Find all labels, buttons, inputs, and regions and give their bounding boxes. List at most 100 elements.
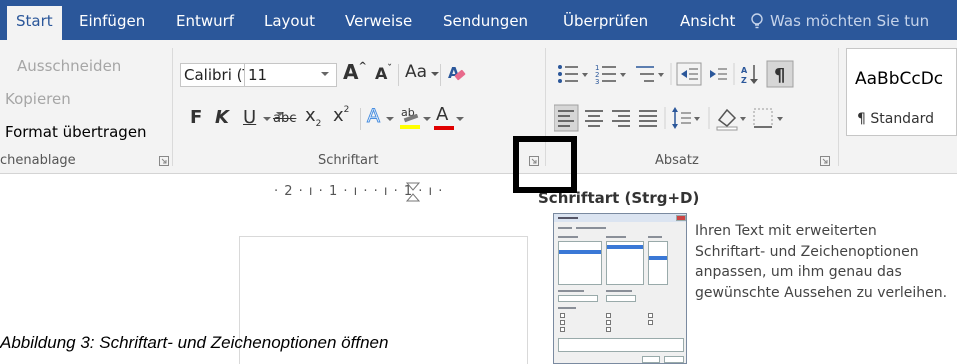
cut-button[interactable]: Ausschneiden bbox=[17, 56, 121, 76]
subscript-digit: 2 bbox=[315, 119, 322, 129]
font-size-dropdown-icon[interactable] bbox=[321, 72, 329, 76]
preview-combo bbox=[606, 295, 636, 302]
paragraph-row1-icons: 123 AZ ¶ bbox=[558, 60, 794, 88]
grow-caret-icon: ^ bbox=[358, 61, 367, 72]
preview-label-line bbox=[558, 290, 584, 292]
font-color-label: A bbox=[436, 104, 449, 125]
copy-label: Kopieren bbox=[5, 90, 71, 108]
underline-label: U bbox=[243, 107, 257, 128]
change-case-button[interactable]: Aa bbox=[405, 60, 427, 84]
copy-button[interactable]: Kopieren bbox=[5, 89, 71, 109]
change-case-label: Aa bbox=[405, 62, 428, 82]
tell-me-text: Was möchten Sie tun bbox=[770, 12, 930, 30]
grow-font-button[interactable]: A^ bbox=[343, 60, 367, 89]
shrink-font-button[interactable]: Aˇ bbox=[375, 62, 392, 89]
tab-ueberpruefen[interactable]: Überprüfen bbox=[563, 9, 648, 33]
horizontal-ruler[interactable]: · 2 · ı · 1 · ı · · ı · 1 · ı · bbox=[274, 182, 518, 202]
tab-entwurf[interactable]: Entwurf bbox=[176, 9, 234, 33]
preview-label-line bbox=[558, 307, 576, 309]
clear-formatting-icon[interactable]: A bbox=[446, 62, 466, 84]
preview-checkbox bbox=[560, 327, 565, 332]
svg-text:¶: ¶ bbox=[774, 65, 785, 86]
text-effects-button[interactable]: A bbox=[367, 104, 381, 128]
font-color-dropdown-icon[interactable] bbox=[456, 117, 464, 121]
underline-button[interactable]: U bbox=[243, 106, 256, 130]
strikethrough-button[interactable]: abc bbox=[273, 107, 296, 131]
tab-sendungen[interactable]: Sendungen bbox=[443, 9, 528, 33]
align-center-icon bbox=[585, 110, 603, 127]
shrink-caret-icon: ˇ bbox=[387, 64, 392, 74]
style-name-label: ¶ Standard bbox=[857, 111, 935, 127]
preview-cancel-button bbox=[664, 356, 684, 363]
superscript-digit: 2 bbox=[343, 105, 350, 115]
pilcrow-icon: ¶ bbox=[766, 60, 794, 88]
tell-me-box[interactable]: Was möchten Sie tun bbox=[751, 9, 930, 33]
ribbon-body: Ausschneiden Kopieren Format übertragen … bbox=[0, 40, 957, 174]
preview-tab-line bbox=[576, 227, 606, 229]
justify-icon bbox=[639, 110, 657, 127]
preview-size-list bbox=[648, 241, 668, 285]
preview-selection bbox=[649, 256, 667, 260]
tooltip-description: Ihren Text mit erweiterten Schriftart- u… bbox=[695, 223, 948, 301]
preview-checkbox bbox=[560, 320, 565, 325]
preview-selection bbox=[607, 245, 643, 249]
preview-label-line bbox=[606, 236, 626, 238]
style-standard-tile[interactable]: AaBbCcDc ¶ Standard bbox=[846, 48, 957, 136]
preview-close-icon bbox=[676, 215, 686, 221]
preview-checkbox bbox=[606, 327, 611, 332]
line-spacing-icon bbox=[672, 107, 700, 129]
highlight-color-bar bbox=[400, 125, 420, 129]
text-effects-label: A bbox=[367, 105, 381, 128]
highlight-button[interactable]: ab bbox=[398, 106, 422, 130]
bullets-icon bbox=[558, 65, 588, 83]
preview-selection bbox=[559, 250, 601, 254]
preview-sample-box bbox=[558, 338, 684, 352]
bold-button[interactable]: F bbox=[190, 106, 202, 130]
bold-label: F bbox=[190, 107, 203, 128]
clipboard-dialog-launcher-icon[interactable] bbox=[159, 156, 169, 166]
clipboard-group-label: chenablage bbox=[0, 153, 76, 168]
grow-font-label: A bbox=[343, 60, 359, 84]
shading-icon bbox=[716, 108, 746, 131]
subscript-button[interactable]: x2 bbox=[305, 104, 321, 131]
separator bbox=[360, 108, 361, 130]
paragraph-dialog-launcher-icon[interactable] bbox=[820, 156, 830, 166]
svg-text:A: A bbox=[741, 66, 748, 75]
tab-layout[interactable]: Layout bbox=[264, 9, 315, 33]
preview-tab-line bbox=[558, 227, 572, 229]
preview-label-line bbox=[558, 236, 578, 238]
preview-checkbox bbox=[560, 313, 565, 318]
underline-dropdown-icon[interactable] bbox=[263, 117, 271, 121]
figure-caption: Abbildung 3: Schriftart- und Zeichenopti… bbox=[0, 333, 389, 352]
word-window: Start Einfügen Entwurf Layout Verweise S… bbox=[0, 0, 957, 364]
font-color-button[interactable]: A bbox=[433, 104, 455, 130]
align-right-icon bbox=[612, 110, 630, 127]
numbering-icon: 123 bbox=[595, 64, 626, 86]
font-group-label: Schriftart bbox=[318, 153, 379, 168]
tab-einfuegen[interactable]: Einfügen bbox=[79, 9, 145, 33]
shrink-font-label: A bbox=[375, 64, 388, 83]
preview-combo bbox=[558, 295, 598, 302]
italic-label: K bbox=[215, 107, 229, 128]
italic-button[interactable]: K bbox=[215, 106, 229, 130]
superscript-button[interactable]: x2 bbox=[333, 104, 349, 131]
highlight-dropdown-icon[interactable] bbox=[423, 117, 431, 121]
format-painter-button[interactable]: Format übertragen bbox=[5, 122, 147, 142]
tab-verweise[interactable]: Verweise bbox=[345, 9, 412, 33]
launcher-highlight-box bbox=[513, 136, 577, 193]
indent-marker-icon[interactable] bbox=[406, 182, 420, 202]
highlighter-pen-icon bbox=[403, 114, 419, 123]
group-separator bbox=[838, 48, 839, 166]
preview-checkbox bbox=[606, 320, 611, 325]
preview-label-line bbox=[648, 236, 662, 238]
sort-icon: AZ bbox=[741, 65, 758, 85]
font-dialog-preview bbox=[553, 213, 687, 364]
preview-checkbox bbox=[648, 320, 653, 325]
tab-ansicht[interactable]: Ansicht bbox=[680, 9, 735, 33]
font-size-value: 11 bbox=[248, 66, 268, 84]
tab-start[interactable]: Start bbox=[7, 6, 62, 40]
text-effects-dropdown-icon[interactable] bbox=[386, 117, 394, 121]
lightbulb-icon bbox=[751, 13, 763, 29]
change-case-dropdown-icon[interactable] bbox=[431, 72, 439, 76]
subscript-label: x bbox=[305, 105, 316, 126]
